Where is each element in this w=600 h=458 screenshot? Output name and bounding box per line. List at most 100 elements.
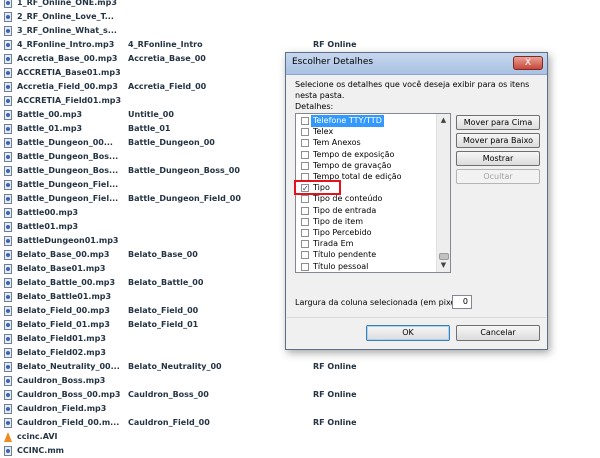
details-checkbox[interactable] <box>301 217 309 226</box>
file-name: Battle_Dungeon_Fiel... <box>17 180 119 189</box>
details-checkbox[interactable] <box>301 240 309 249</box>
details-item-label: Tem Anexos <box>313 138 361 148</box>
details-checkbox[interactable] <box>301 117 309 125</box>
show-button[interactable]: Mostrar <box>456 151 540 166</box>
details-list-item[interactable]: Tempo de gravação <box>298 160 439 172</box>
file-row[interactable]: 2_RF_Online_Love_T... <box>0 10 600 24</box>
audio-file-icon <box>4 194 12 204</box>
audio-file-icon <box>4 138 12 148</box>
file-title: Untitle_00 <box>128 110 174 119</box>
move-up-button[interactable]: Mover para Cima <box>456 115 540 130</box>
details-checkbox[interactable] <box>301 150 309 159</box>
move-down-button[interactable]: Mover para Baixo <box>456 133 540 148</box>
details-list-item[interactable]: Tipo Percebido <box>298 227 439 239</box>
file-row[interactable]: Cauldron_Field.mp3 <box>0 402 600 416</box>
file-row[interactable]: Cauldron_Boss_00.mp3 Cauldron_Boss_00 RF O… <box>0 388 600 402</box>
details-checkbox[interactable] <box>301 206 309 215</box>
details-checkbox[interactable] <box>301 161 309 170</box>
file-row[interactable]: Cauldron_Boss.mp3 <box>0 374 600 388</box>
file-name: Battle_Dungeon_Bos... <box>17 166 119 175</box>
audio-file-icon <box>4 236 12 246</box>
details-list-item[interactable]: Tipo de item <box>298 216 439 228</box>
details-checkbox[interactable] <box>301 262 309 271</box>
file-row[interactable]: CCINC.mm <box>0 444 600 458</box>
file-title: 4_RFonline_Intro <box>128 40 203 49</box>
file-album: RF Online <box>313 362 357 371</box>
file-row[interactable]: 4_RFonline_Intro.mp3 4_RFonline_Intro RF O… <box>0 38 600 52</box>
dialog-separator <box>287 317 546 318</box>
audio-file-icon <box>4 124 12 134</box>
details-list-item[interactable]: Telex <box>298 126 439 138</box>
audio-file-icon <box>4 390 12 400</box>
cancel-button[interactable]: Cancelar <box>456 325 540 341</box>
file-name: Belato_Field_01.mp3 <box>17 320 110 329</box>
file-name: Battle01.mp3 <box>17 222 79 231</box>
file-name: Battle_00.mp3 <box>17 110 83 119</box>
details-checkbox[interactable] <box>301 251 309 260</box>
details-checkbox[interactable] <box>301 229 309 237</box>
details-checkbox[interactable] <box>301 139 309 148</box>
hide-button[interactable]: Ocultar <box>456 169 540 184</box>
file-name: Cauldron_Field_00.m... <box>17 418 120 427</box>
file-title: Battle_01 <box>128 124 171 133</box>
file-name: 4_RFonline_Intro.mp3 <box>17 40 115 49</box>
details-list-item[interactable]: Título pendente <box>298 249 439 261</box>
file-row[interactable]: 1_RF_Online_ONE.mp3 <box>0 0 600 10</box>
details-item-label: Telefone TTY/TTD <box>311 115 384 127</box>
details-list-item[interactable]: Telefone TTY/TTD <box>298 115 439 127</box>
details-list-item[interactable]: Título pessoal <box>298 261 439 272</box>
dialog-titlebar[interactable]: Escolher Detalhes X <box>286 53 547 75</box>
audio-file-icon <box>4 404 12 414</box>
file-title: Belato_Battle_00 <box>128 278 204 287</box>
tipo-highlight-annotation <box>294 180 341 195</box>
details-checkbox[interactable] <box>301 128 309 137</box>
column-width-input[interactable]: 0 <box>452 295 472 309</box>
details-list-item[interactable]: Tirada Em <box>298 238 439 250</box>
file-name: 1_RF_Online_ONE.mp3 <box>17 0 117 7</box>
file-name: Belato_Battle_00.mp3 <box>17 278 116 287</box>
dialog-description: Selecione os detalhes que você deseja ex… <box>295 80 530 100</box>
details-item-label: Título pessoal <box>313 261 369 271</box>
details-label: Detalhes: <box>295 102 334 111</box>
details-list-item[interactable]: Tem Anexos <box>298 137 439 149</box>
file-row[interactable]: ccinc.AVI <box>0 430 600 444</box>
file-name: Accretia_Field_00.mp3 <box>17 82 118 91</box>
audio-file-icon <box>4 166 12 176</box>
file-name: ccinc.AVI <box>17 432 58 441</box>
file-row[interactable]: Belato_Neutrality_00... Belato_Neutrality… <box>0 360 600 374</box>
details-item-label: Tempo de gravação <box>313 160 392 170</box>
file-title: Battle_Dungeon_00 <box>128 138 215 147</box>
details-list-item[interactable]: Tipo de entrada <box>298 205 439 217</box>
audio-file-icon <box>4 334 12 344</box>
file-name: Battle_Dungeon_Bos... <box>17 152 119 161</box>
audio-file-icon <box>4 278 12 288</box>
details-item-label: Tipo de item <box>313 216 363 226</box>
audio-file-icon <box>4 26 12 36</box>
file-name: Belato_Battle01.mp3 <box>17 292 112 301</box>
file-title: Belato_Neutrality_00 <box>128 362 222 371</box>
file-row[interactable]: 3_RF_Online_What_s... <box>0 24 600 38</box>
audio-file-icon <box>4 418 12 428</box>
file-name: Battle_Dungeon_00... <box>17 138 113 147</box>
ok-button[interactable]: OK <box>366 325 450 341</box>
file-name: Accretia_Base_00.mp3 <box>17 54 118 63</box>
audio-file-icon <box>4 152 12 162</box>
file-title: Accretia_Base_00 <box>128 54 206 63</box>
details-item-label: Tipo de entrada <box>313 205 377 215</box>
column-width-label: Largura da coluna selecionada (em pixels… <box>295 298 468 307</box>
details-checkbox[interactable] <box>301 195 309 204</box>
close-button[interactable]: X <box>513 56 543 70</box>
details-list-item[interactable]: Tempo de exposição <box>298 149 439 161</box>
audio-file-icon <box>4 264 12 274</box>
file-name: 3_RF_Online_What_s... <box>17 26 117 35</box>
details-list-item[interactable]: Tipo de conteúdo <box>298 193 439 205</box>
file-title: Belato_Field_00 <box>128 306 199 315</box>
details-item-label: Tipo Percebido <box>313 228 372 237</box>
file-name: Belato_Field_00.mp3 <box>17 306 110 315</box>
audio-file-icon <box>4 222 12 232</box>
file-name: Belato_Base01.mp3 <box>17 264 106 273</box>
file-title: Belato_Base_00 <box>128 250 198 259</box>
audio-file-icon <box>4 320 12 330</box>
file-row[interactable]: Cauldron_Field_00.m... Cauldron_Field_00 R… <box>0 416 600 430</box>
file-name: Cauldron_Field.mp3 <box>17 404 107 413</box>
